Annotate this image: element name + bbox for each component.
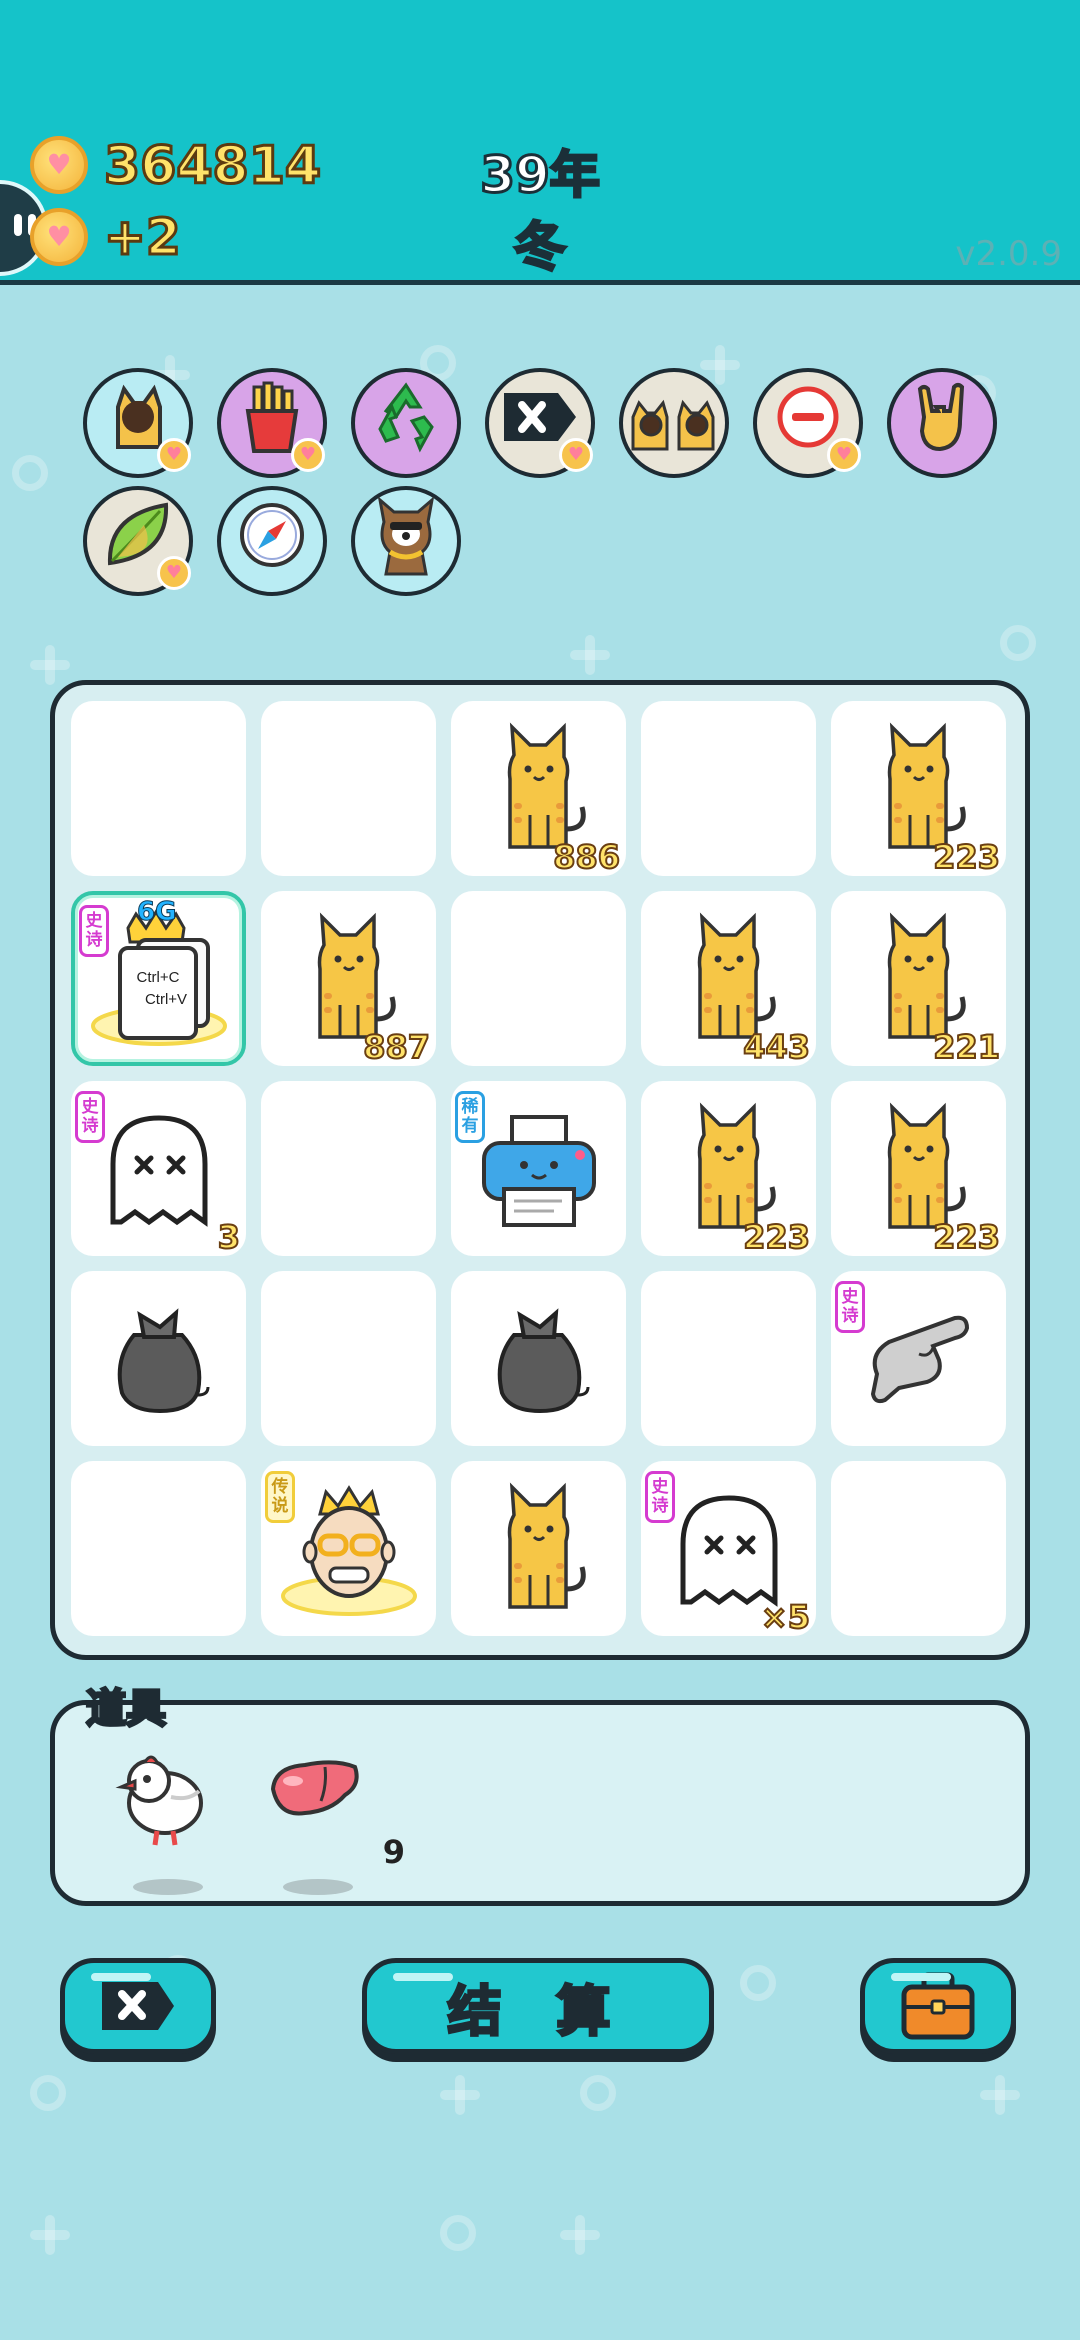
- board-cell[interactable]: 史诗 ×5: [641, 1461, 816, 1636]
- item-count: 9: [382, 1833, 405, 1871]
- board-cell[interactable]: [71, 1461, 246, 1636]
- rarity-badge: 史诗: [835, 1281, 865, 1333]
- recycle-icon: [366, 377, 446, 470]
- board-cell[interactable]: [451, 1461, 626, 1636]
- cell-counter: 223: [742, 1217, 811, 1256]
- board-cell[interactable]: [261, 1271, 436, 1446]
- heart-badge-icon: ♥: [827, 438, 861, 472]
- year-label: 39年: [479, 145, 602, 206]
- heart-badge-icon: ♥: [291, 438, 325, 472]
- perk-fries[interactable]: ♥: [217, 368, 327, 478]
- ctrl-v-text: Ctrl+V: [144, 991, 186, 1008]
- compass-icon: [232, 495, 312, 588]
- cell-counter: 887: [362, 1027, 431, 1066]
- board-cell[interactable]: [451, 1271, 626, 1446]
- board-cell[interactable]: [71, 1271, 246, 1446]
- board-cell[interactable]: [641, 1271, 816, 1446]
- liver-icon: [270, 1760, 359, 1816]
- board-cell[interactable]: [261, 701, 436, 876]
- version-label: v2.0.9: [955, 234, 1062, 274]
- heart-badge-icon: ♥: [559, 438, 593, 472]
- perk-delete-tag[interactable]: ♥: [485, 368, 595, 478]
- trash-bag-icon: [451, 1271, 626, 1446]
- perk-dog-with-chain[interactable]: [351, 486, 461, 596]
- perk-recycle[interactable]: [351, 368, 461, 478]
- trash-bag-icon: [71, 1271, 246, 1446]
- inventory-button[interactable]: [860, 1958, 1016, 2054]
- perk-leaf[interactable]: ♥: [83, 486, 193, 596]
- cell-counter: 223: [932, 837, 1001, 876]
- perk-compass[interactable]: [217, 486, 327, 596]
- cell-counter: 223: [932, 1217, 1001, 1256]
- settle-button[interactable]: 结 算: [362, 1958, 714, 2054]
- cell-counter: 221: [932, 1027, 1001, 1066]
- items-panel: 9: [50, 1700, 1030, 1906]
- briefcase-icon: [901, 1972, 975, 2040]
- board-cell[interactable]: 223: [831, 701, 1006, 876]
- perk-cat-silhouette[interactable]: ♥: [83, 368, 193, 478]
- cat-icon: [451, 1461, 626, 1636]
- network-tag: 6G: [136, 897, 177, 928]
- white-bird-icon: [115, 1755, 203, 1846]
- board-cell[interactable]: [451, 891, 626, 1066]
- cell-counter: 443: [742, 1027, 811, 1066]
- rarity-badge: 史诗: [79, 905, 109, 957]
- delete-tag-icon: [102, 1982, 174, 2030]
- perk-rock-hand[interactable]: [887, 368, 997, 478]
- income-counter: +2: [103, 207, 183, 268]
- board-cell[interactable]: 221: [831, 891, 1006, 1066]
- perk-minus-circle[interactable]: ♥: [753, 368, 863, 478]
- board-cell[interactable]: [71, 701, 246, 876]
- board-cell[interactable]: 887: [261, 891, 436, 1066]
- top-bar: 364814 +2 39年 冬 v2.0.9: [0, 0, 1080, 285]
- money-counter: 364814: [102, 135, 322, 198]
- board-cell[interactable]: [831, 1461, 1006, 1636]
- rarity-badge: 稀有: [455, 1091, 485, 1143]
- board-cell[interactable]: Ctrl+C Ctrl+V 史诗 6G: [71, 891, 246, 1066]
- remove-button[interactable]: [60, 1958, 216, 2054]
- item-slot[interactable]: 9: [265, 1745, 405, 1895]
- cell-counter: 3: [217, 1217, 241, 1256]
- board-cell[interactable]: 稀有: [451, 1081, 626, 1256]
- season-label: 冬: [512, 217, 567, 280]
- heart-badge-icon: ♥: [157, 438, 191, 472]
- board-cell[interactable]: 传说: [261, 1461, 436, 1636]
- rarity-badge: 史诗: [75, 1091, 105, 1143]
- slot-board: 886 223 Ctrl+C Ctrl+V 史诗 6G 887 443 221 史诗 3 稀有 223 2…: [50, 680, 1030, 1660]
- board-cell[interactable]: 史诗 3: [71, 1081, 246, 1256]
- twin-cats-icon: [629, 377, 719, 470]
- board-cell[interactable]: [261, 1081, 436, 1256]
- board-cell[interactable]: [641, 701, 816, 876]
- perk-twin-cats[interactable]: [619, 368, 729, 478]
- cell-counter: ×5: [760, 1597, 811, 1636]
- rock-hand-icon: [902, 377, 982, 470]
- dog-with-chain-icon: [366, 492, 446, 591]
- cell-counter: 886: [552, 837, 621, 876]
- item-slot[interactable]: [115, 1745, 235, 1895]
- rarity-badge: 史诗: [645, 1471, 675, 1523]
- board-cell[interactable]: 史诗: [831, 1271, 1006, 1446]
- coin-icon: [30, 136, 88, 194]
- settle-button-label: 结 算: [446, 1978, 629, 2044]
- ctrl-c-text: Ctrl+C: [136, 969, 179, 986]
- items-panel-title: 道具: [85, 1685, 168, 1734]
- board-cell[interactable]: 443: [641, 891, 816, 1066]
- heart-badge-icon: ♥: [157, 556, 191, 590]
- board-cell[interactable]: 223: [831, 1081, 1006, 1256]
- board-cell[interactable]: 223: [641, 1081, 816, 1256]
- board-cell[interactable]: 886: [451, 701, 626, 876]
- rarity-badge: 传说: [265, 1471, 295, 1523]
- coin-icon: [30, 208, 88, 266]
